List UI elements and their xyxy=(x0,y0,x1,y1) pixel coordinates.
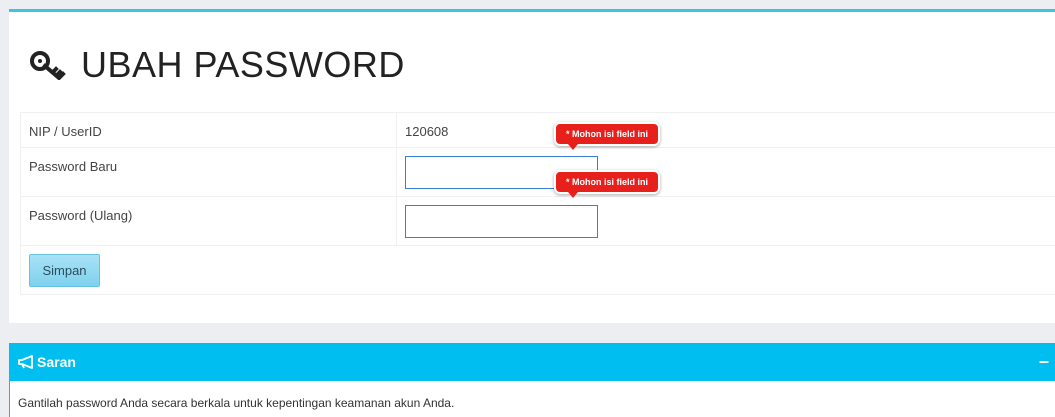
table-row: Password (Ulang) xyxy=(20,196,1055,246)
saran-title: Saran xyxy=(37,354,76,370)
collapse-button[interactable]: – xyxy=(1039,351,1049,372)
table-row: Password Baru xyxy=(20,147,1055,197)
megaphone-icon xyxy=(18,355,33,369)
validation-tooltip: * Mohon isi field ini xyxy=(556,172,658,198)
page-title: UBAH PASSWORD xyxy=(29,44,405,86)
key-icon xyxy=(30,51,66,80)
save-button[interactable]: Simpan xyxy=(29,254,100,287)
field-label-userid: NIP / UserID xyxy=(20,112,397,148)
userid-value: 120608 xyxy=(396,112,1055,148)
password-form-table: NIP / UserID 120608 Password Baru Passwo… xyxy=(20,112,1055,295)
field-label-repeat-password: Password (Ulang) xyxy=(20,196,397,246)
saran-panel-header[interactable]: Saran – xyxy=(9,343,1055,381)
field-label-new-password: Password Baru xyxy=(20,147,397,197)
saran-text: Gantilah password Anda secara berkala un… xyxy=(9,381,1055,417)
table-row: Simpan xyxy=(20,245,1055,295)
page-title-text: UBAH PASSWORD xyxy=(81,44,405,85)
repeat-password-input[interactable] xyxy=(405,205,598,238)
validation-tooltip: * Mohon isi field ini xyxy=(556,124,658,150)
table-row: NIP / UserID 120608 xyxy=(20,112,1055,148)
change-password-panel: UBAH PASSWORD NIP / UserID 120608 Passwo… xyxy=(9,9,1055,323)
